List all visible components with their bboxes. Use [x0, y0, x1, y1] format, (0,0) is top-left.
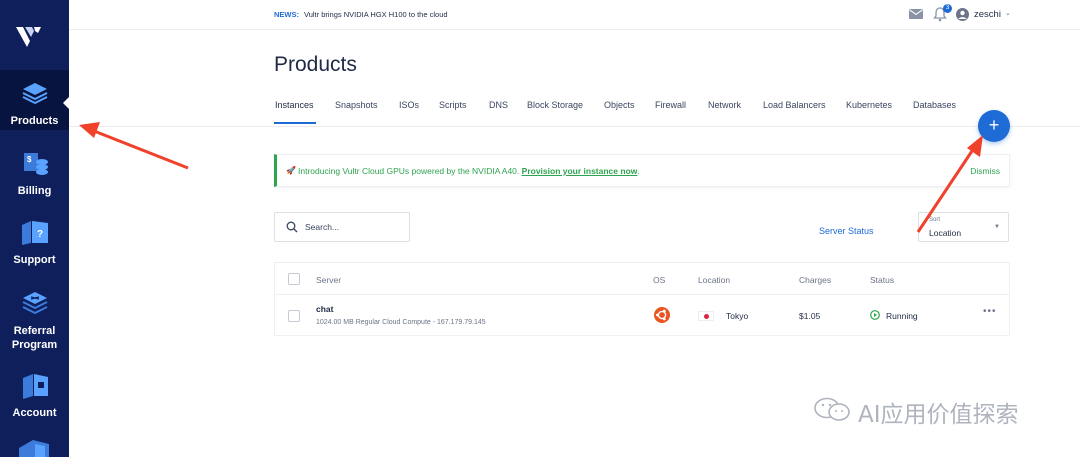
running-status-icon	[870, 310, 880, 320]
sidebar-item-products[interactable]: Products	[0, 70, 69, 130]
more-nav-icon[interactable]	[17, 438, 51, 457]
news-tag: NEWS:	[274, 10, 299, 19]
sort-label: Sort	[929, 217, 941, 223]
tab-objects[interactable]: Objects	[604, 100, 635, 110]
sidebar-item-label-line1: Referral	[13, 325, 56, 337]
tab-databases[interactable]: Databases	[913, 100, 956, 110]
svg-text:?: ?	[37, 229, 43, 240]
tab-kubernetes[interactable]: Kubernetes	[846, 100, 892, 110]
vultr-logo[interactable]	[14, 22, 42, 50]
wechat-icon	[814, 397, 850, 421]
banner-suffix: .	[637, 166, 640, 176]
server-details: 1024.00 MB Regular Cloud Compute - 167.1…	[316, 319, 486, 326]
sidebar-item-label: Account	[12, 407, 57, 419]
promo-banner: 🚀 Introducing Vultr Cloud GPUs powered b…	[274, 154, 1010, 187]
tab-instances[interactable]: Instances	[275, 100, 314, 110]
ubuntu-icon	[654, 307, 670, 323]
tab-snapshots[interactable]: Snapshots	[335, 100, 378, 110]
watermark-text: AI应用价值探索	[858, 402, 1019, 428]
page-title: Products	[274, 53, 357, 76]
sidebar-item-label: Products	[10, 115, 59, 127]
notifications-button[interactable]: 3	[933, 4, 952, 22]
tab-block-storage[interactable]: Block Storage	[527, 100, 583, 110]
tab-network[interactable]: Network	[708, 100, 741, 110]
billing-icon: $	[23, 153, 48, 175]
mail-icon[interactable]	[909, 9, 923, 19]
column-server[interactable]: Server	[316, 275, 341, 285]
select-all-checkbox[interactable]	[288, 273, 300, 285]
sidebar-item-referral[interactable]: Referral Program	[0, 288, 69, 352]
sidebar-item-support[interactable]: ? Support	[0, 217, 69, 267]
svg-text:$: $	[27, 155, 32, 164]
news-link[interactable]: Vultr brings NVIDIA HGX H100 to the clou…	[304, 10, 448, 19]
tab-scripts[interactable]: Scripts	[439, 100, 467, 110]
tab-firewall[interactable]: Firewall	[655, 100, 686, 110]
tab-dns[interactable]: DNS	[489, 100, 508, 110]
column-os: OS	[653, 275, 666, 285]
table-header: Server OS Location Charges Status	[275, 263, 1009, 295]
banner-text: Introducing Vultr Cloud GPUs powered by …	[298, 166, 520, 176]
instances-table: Server OS Location Charges Status chat 1…	[274, 262, 1010, 336]
sidebar-item-billing[interactable]: $ Billing	[0, 148, 69, 198]
referral-icon	[22, 292, 47, 315]
server-name[interactable]: chat	[316, 304, 333, 314]
caret-down-icon: ▼	[994, 224, 1000, 230]
tab-isos[interactable]: ISOs	[399, 100, 419, 110]
dismiss-button[interactable]: Dismiss	[970, 166, 1000, 176]
sidebar: Products $ Billing ? Support Referral Pr…	[0, 0, 69, 457]
column-charges[interactable]: Charges	[799, 275, 831, 285]
search-input[interactable]	[305, 219, 405, 235]
search-icon	[286, 221, 298, 233]
tab-load-balancers[interactable]: Load Balancers	[763, 100, 826, 110]
column-status[interactable]: Status	[870, 275, 894, 285]
sidebar-item-label: Support	[13, 254, 56, 266]
sidebar-item-account[interactable]: Account	[0, 370, 69, 420]
column-location[interactable]: Location	[698, 275, 730, 285]
banner-message: Introducing Vultr Cloud GPUs powered by …	[298, 166, 640, 176]
layers-icon	[22, 83, 47, 105]
server-status: Running	[886, 311, 918, 321]
notification-badge: 3	[943, 4, 952, 13]
news-bar: NEWS: Vultr brings NVIDIA HGX H100 to th…	[69, 0, 1080, 30]
rocket-icon: 🚀	[286, 166, 296, 175]
row-checkbox[interactable]	[288, 310, 300, 322]
chevron-down-icon[interactable]: ⌄	[1005, 9, 1011, 17]
tabs-divider	[69, 126, 1080, 127]
server-status-link[interactable]: Server Status	[819, 226, 874, 236]
username[interactable]: zeschi	[974, 9, 1001, 20]
more-options-icon[interactable]: •••	[983, 306, 997, 317]
provision-link[interactable]: Provision your instance now	[522, 166, 638, 176]
sort-select[interactable]: Sort Location ▼	[918, 212, 1009, 242]
product-tabs: Instances Snapshots ISOs Scripts DNS Blo…	[274, 100, 1010, 126]
server-charges: $1.05	[799, 311, 821, 321]
server-location: Tokyo	[726, 311, 749, 321]
sidebar-item-label: Billing	[17, 185, 52, 197]
user-avatar-icon[interactable]	[956, 8, 969, 21]
sidebar-item-label-line2: Program	[11, 339, 58, 351]
sort-value: Location	[929, 228, 962, 238]
active-indicator	[63, 97, 69, 109]
japan-flag-icon	[698, 311, 714, 321]
support-icon: ?	[21, 221, 48, 245]
add-product-button[interactable]: +	[978, 110, 1010, 142]
active-tab-underline	[274, 122, 316, 124]
search-box[interactable]	[274, 212, 410, 242]
table-row[interactable]: chat 1024.00 MB Regular Cloud Compute - …	[275, 296, 1009, 336]
account-icon	[22, 374, 48, 399]
